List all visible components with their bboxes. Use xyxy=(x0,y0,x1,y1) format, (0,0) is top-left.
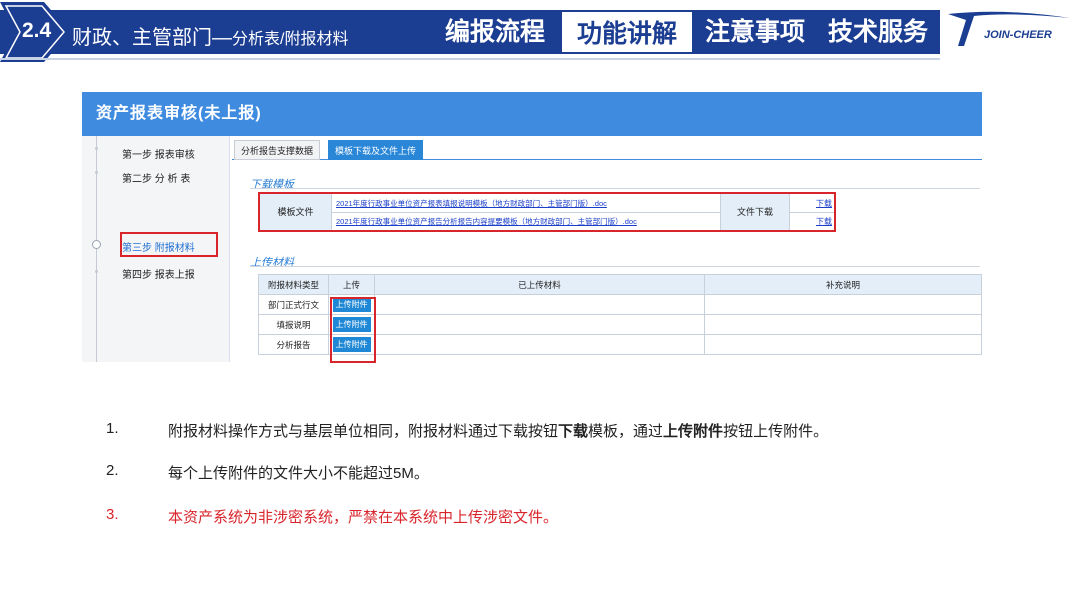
nav-tech-service[interactable]: 技术服务 xyxy=(818,10,938,54)
note-text-bold: 下载 xyxy=(558,423,589,440)
download-link[interactable]: 下载 xyxy=(816,216,832,227)
uploaded-files-cell xyxy=(374,334,705,355)
upload-buttons-highlight xyxy=(330,297,376,363)
active-step-highlight xyxy=(120,232,218,257)
col-header-type: 附报材料类型 xyxy=(258,274,329,295)
slide-header: 2.4 财政、主管部门—分析表/附报材料 编报流程 功能讲解 注意事项 技术服务… xyxy=(0,0,1080,64)
tab-template-upload[interactable]: 模板下载及文件上传 xyxy=(328,140,424,160)
app-screenshot: 资产报表审核(未上报) 第一步 报表审核 第二步 分 析 表 第三步 附报材料 … xyxy=(82,92,982,363)
note-text-part: 按钮上传附件。 xyxy=(723,423,829,440)
app-title: 资产报表审核(未上报) xyxy=(82,92,982,136)
template-file-link[interactable]: 2021年度行政事业单位资产报告分析报告内容提要模板（地方财政部门、主管部门版）… xyxy=(336,216,637,227)
note-number: 3. xyxy=(106,506,119,523)
upload-section-title: 上传材料 xyxy=(250,257,294,269)
note-text-bold: 上传附件 xyxy=(663,423,724,440)
note-number: 2. xyxy=(106,462,119,479)
step-dot xyxy=(95,147,98,150)
template-file-label: 模板文件 xyxy=(260,194,332,230)
steps-sidebar: 第一步 报表审核 第二步 分 析 表 第三步 附报材料 第四步 报表上报 xyxy=(82,136,230,362)
notes-cell[interactable] xyxy=(704,334,982,355)
nav-notes[interactable]: 注意事项 xyxy=(696,10,814,54)
step-dot xyxy=(95,171,98,174)
nav-process[interactable]: 编报流程 xyxy=(432,10,558,54)
col-header-uploaded: 已上传材料 xyxy=(374,274,705,295)
download-link[interactable]: 下载 xyxy=(816,198,832,209)
svg-text:JOIN-CHEER: JOIN-CHEER xyxy=(984,29,1052,41)
section-number: 2.4 xyxy=(22,19,52,42)
uploaded-files-cell xyxy=(374,314,705,335)
download-section-title: 下载模板 xyxy=(250,179,294,191)
divider xyxy=(250,266,980,267)
col-header-notes: 补充说明 xyxy=(704,274,982,295)
joincheer-logo-icon: JOIN-CHEER xyxy=(948,11,1070,46)
steps-timeline xyxy=(96,136,97,362)
template-file-link[interactable]: 2021年度行政事业单位资产报表填报说明模板（地方财政部门、主管部门版）.doc xyxy=(336,198,607,209)
note-text-part: 模板，通过 xyxy=(588,423,664,440)
material-type: 填报说明 xyxy=(258,314,329,335)
notes-cell[interactable] xyxy=(704,294,982,315)
table-header-row: 附报材料类型 上传 已上传材料 补充说明 xyxy=(258,274,982,295)
file-download-label: 文件下载 xyxy=(720,194,790,230)
step-submit-report[interactable]: 第四步 报表上报 xyxy=(122,266,195,281)
step-analysis-table[interactable]: 第二步 分 析 表 xyxy=(122,170,190,185)
note-text-part: 附报材料操作方式与基层单位相同，附报材料通过下载按钮 xyxy=(168,423,559,440)
material-type: 分析报告 xyxy=(258,334,329,355)
step-dot xyxy=(95,270,98,273)
divider xyxy=(250,188,980,189)
section-title: 财政、主管部门—分析表/附报材料 xyxy=(72,21,348,50)
step-dot-active xyxy=(92,240,101,249)
step-report-review[interactable]: 第一步 报表审核 xyxy=(122,146,195,161)
note-text: 每个上传附件的文件大小不能超过5M。 xyxy=(168,465,429,482)
section-title-main: 财政、主管部门— xyxy=(72,27,232,49)
uploaded-files-cell xyxy=(374,294,705,315)
template-file-table: 模板文件 2021年度行政事业单位资产报表填报说明模板（地方财政部门、主管部门版… xyxy=(258,192,836,232)
note-text: 附报材料操作方式与基层单位相同，附报材料通过下载按钮下载模板，通过上传附件按钮上… xyxy=(168,420,828,441)
section-title-sub: 分析表/附报材料 xyxy=(232,31,349,48)
tab-bar: 分析报告支撑数据 模板下载及文件上传 xyxy=(232,136,982,160)
tab-analysis-data[interactable]: 分析报告支撑数据 xyxy=(234,140,321,160)
material-type: 部门正式行文 xyxy=(258,294,329,315)
notes-cell[interactable] xyxy=(704,314,982,335)
col-header-upload: 上传 xyxy=(328,274,375,295)
note-number: 1. xyxy=(106,420,119,437)
header-underline xyxy=(0,58,940,60)
note-text: 本资产系统为非涉密系统，严禁在本系统中上传涉密文件。 xyxy=(168,509,559,526)
nav-features[interactable]: 功能讲解 xyxy=(560,10,694,54)
